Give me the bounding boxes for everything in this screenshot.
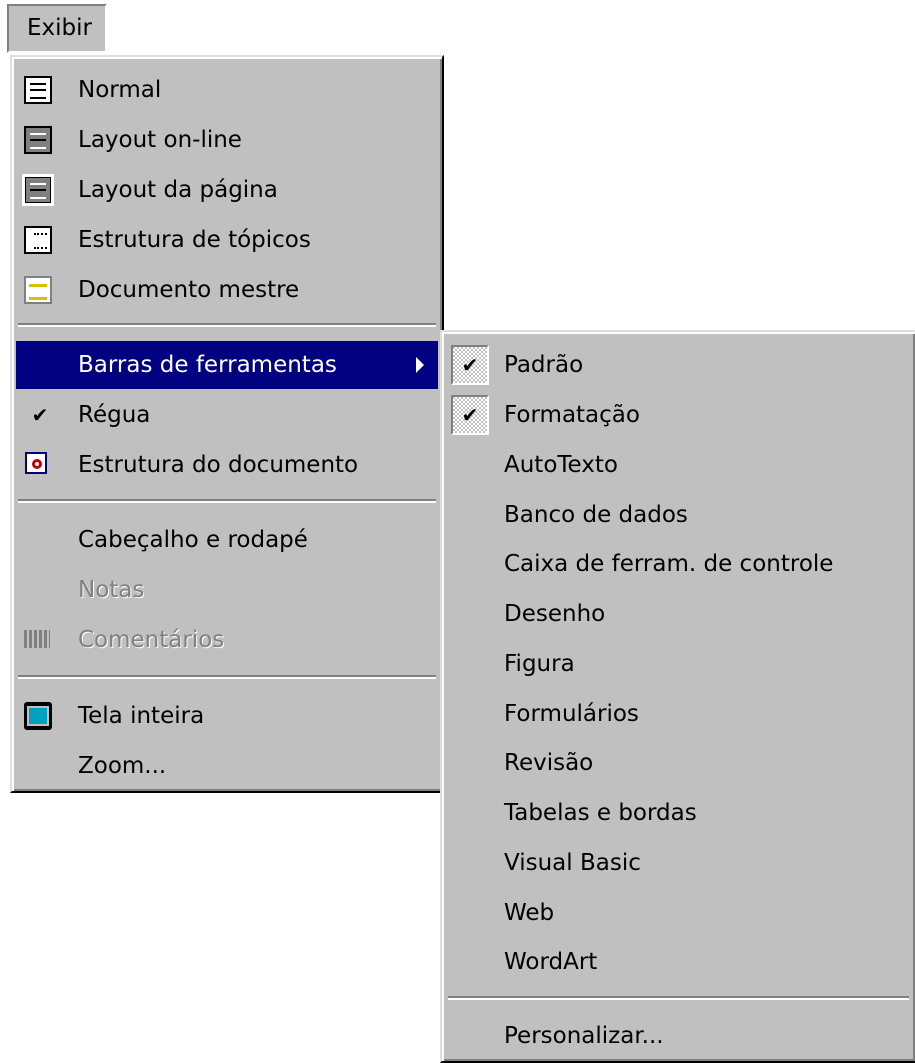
submenu-item-web[interactable]: Web xyxy=(446,889,911,937)
menu-item-cabecalho-rodape[interactable]: Cabeçalho e rodapé xyxy=(16,516,438,564)
menu-item-cabecalho-rodape-label: Cabeçalho e rodapé xyxy=(78,527,308,553)
menu-item-barras-ferramentas-label: Barras de ferramentas xyxy=(78,352,337,378)
menu-item-estrutura-documento-label: Estrutura do documento xyxy=(78,452,359,478)
menu-separator xyxy=(448,996,909,1000)
submenu-item-personalizar-label: Personalizar... xyxy=(504,1023,664,1049)
master-document-icon xyxy=(24,276,52,304)
menu-item-layout-online-label: Layout on-line xyxy=(78,127,242,153)
outline-view-icon xyxy=(24,226,52,254)
submenu-item-banco-dados-label: Banco de dados xyxy=(504,502,688,528)
checkmark-icon: ✔ xyxy=(31,403,49,427)
submenu-item-caixa-ferramentas-controle-label: Caixa de ferram. de controle xyxy=(504,551,834,577)
submenu-item-caixa-ferramentas-controle[interactable]: Caixa de ferram. de controle xyxy=(446,540,911,588)
menu-item-notas-label: Notas xyxy=(78,577,145,603)
submenu-arrow-icon xyxy=(416,357,424,373)
menu-exibir[interactable]: Exibir xyxy=(7,4,107,53)
menu-item-estrutura-topicos-label: Estrutura de tópicos xyxy=(78,227,311,253)
menu-item-regua-label: Régua xyxy=(78,402,151,428)
menu-item-layout-online[interactable]: Layout on-line xyxy=(16,116,438,164)
submenu-item-formatacao[interactable]: ✔ Formatação xyxy=(446,391,911,439)
submenu-item-banco-dados[interactable]: Banco de dados xyxy=(446,491,911,539)
checkmark-icon: ✔ xyxy=(451,395,489,435)
menu-item-barras-ferramentas[interactable]: Barras de ferramentas xyxy=(16,341,438,389)
submenu-item-revisao[interactable]: Revisão xyxy=(446,739,911,787)
checkmark-icon: ✔ xyxy=(451,345,489,385)
submenu-item-figura-label: Figura xyxy=(504,651,575,677)
menu-item-regua[interactable]: ✔ Régua xyxy=(16,391,438,439)
menu-item-normal-label: Normal xyxy=(78,77,162,103)
menu-item-notas: Notas xyxy=(16,566,438,614)
menu-item-tela-inteira-label: Tela inteira xyxy=(78,703,205,729)
view-menu: Normal Layout on-line Layout da página E… xyxy=(10,55,444,793)
menu-item-layout-pagina[interactable]: Layout da página xyxy=(16,166,438,214)
submenu-item-revisao-label: Revisão xyxy=(504,750,594,776)
submenu-item-padrao-label: Padrão xyxy=(504,352,584,378)
submenu-item-autotexto-label: AutoTexto xyxy=(504,452,618,478)
submenu-item-figura[interactable]: Figura xyxy=(446,640,911,688)
menu-exibir-label: Exibir xyxy=(27,15,92,41)
document-map-icon xyxy=(24,451,52,479)
submenu-item-autotexto[interactable]: AutoTexto xyxy=(446,441,911,489)
menu-item-documento-mestre[interactable]: Documento mestre xyxy=(16,266,438,314)
submenu-item-formularios[interactable]: Formulários xyxy=(446,690,911,738)
menu-item-tela-inteira[interactable]: Tela inteira xyxy=(16,692,438,740)
submenu-item-desenho-label: Desenho xyxy=(504,601,606,627)
menu-item-comentarios-label: Comentários xyxy=(78,627,225,653)
submenu-item-visual-basic[interactable]: Visual Basic xyxy=(446,839,911,887)
menu-item-layout-pagina-label: Layout da página xyxy=(78,177,278,203)
submenu-item-formatacao-label: Formatação xyxy=(504,402,640,428)
submenu-item-formularios-label: Formulários xyxy=(504,701,639,727)
menu-item-estrutura-topicos[interactable]: Estrutura de tópicos xyxy=(16,216,438,264)
page-layout-icon xyxy=(22,174,54,206)
online-layout-icon xyxy=(24,126,52,154)
submenu-item-personalizar[interactable]: Personalizar... xyxy=(446,1012,911,1060)
menu-item-zoom-label: Zoom... xyxy=(78,753,167,779)
menu-item-comentarios: Comentários xyxy=(16,616,438,664)
submenu-item-wordart[interactable]: WordArt xyxy=(446,938,911,986)
submenu-item-padrao[interactable]: ✔ Padrão xyxy=(446,341,911,389)
menu-item-zoom[interactable]: Zoom... xyxy=(16,742,438,790)
submenu-item-tabelas-bordas-label: Tabelas e bordas xyxy=(504,800,697,826)
comments-icon xyxy=(24,626,52,654)
menu-item-documento-mestre-label: Documento mestre xyxy=(78,277,300,303)
menu-separator xyxy=(18,499,436,503)
submenu-item-web-label: Web xyxy=(504,900,555,926)
menu-item-normal[interactable]: Normal xyxy=(16,66,438,114)
full-screen-icon xyxy=(24,702,52,730)
submenu-item-desenho[interactable]: Desenho xyxy=(446,590,911,638)
menu-separator xyxy=(18,323,436,327)
menu-separator xyxy=(18,675,436,679)
normal-view-icon xyxy=(24,76,52,104)
submenu-item-tabelas-bordas[interactable]: Tabelas e bordas xyxy=(446,789,911,837)
menu-item-estrutura-documento[interactable]: Estrutura do documento xyxy=(16,441,438,489)
submenu-item-visual-basic-label: Visual Basic xyxy=(504,850,641,876)
toolbars-submenu: ✔ Padrão ✔ Formatação AutoTexto Banco de… xyxy=(440,330,915,1063)
submenu-item-wordart-label: WordArt xyxy=(504,949,598,975)
